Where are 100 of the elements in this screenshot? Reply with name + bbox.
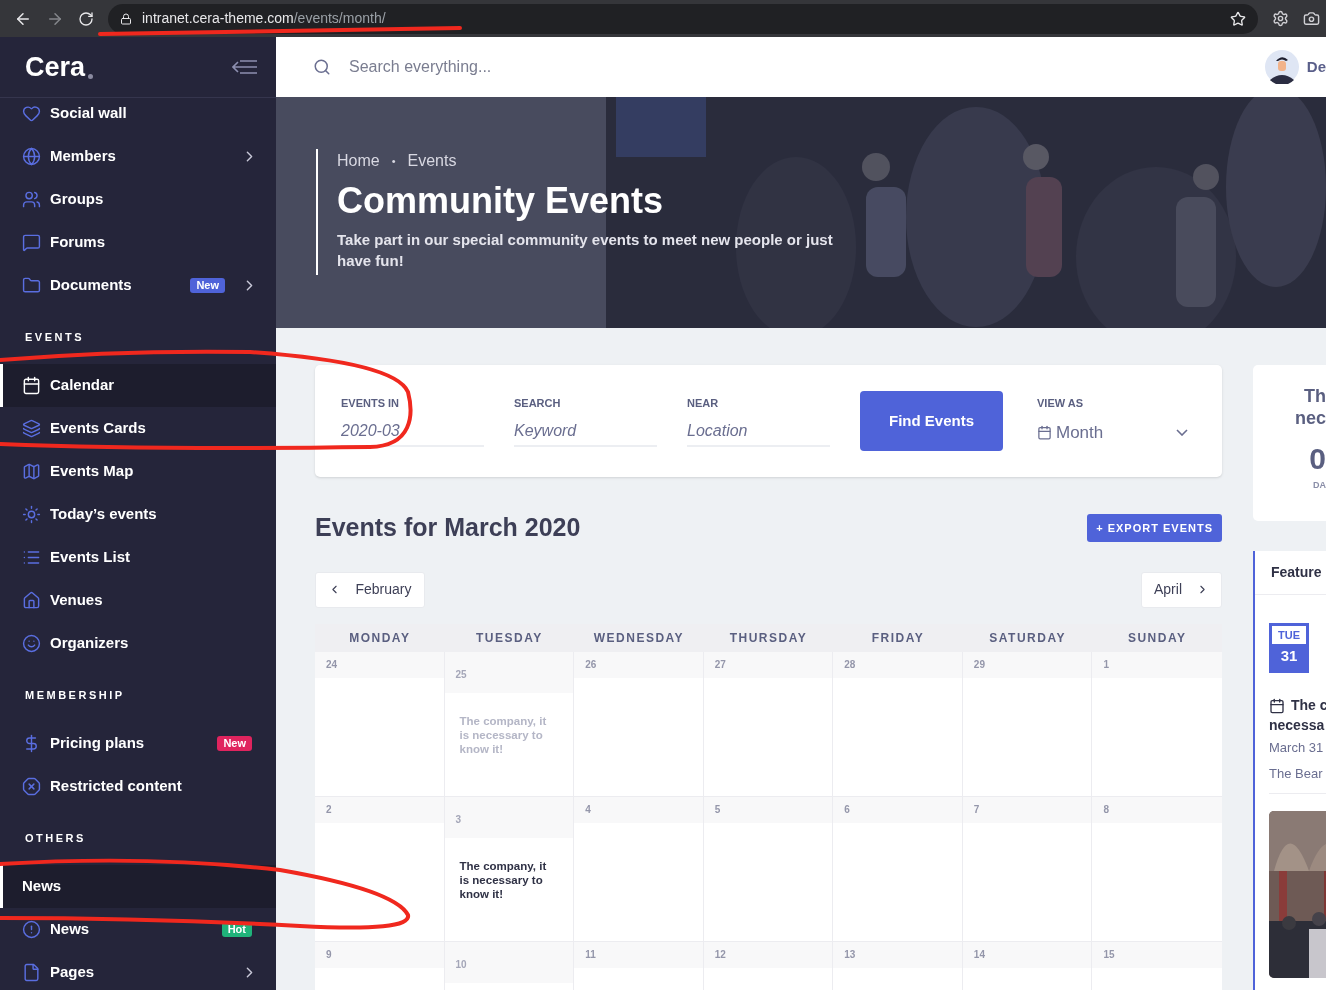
- field-label: EVENTS IN: [341, 395, 401, 411]
- weekday-heading: THURSDAY: [729, 629, 808, 647]
- event-link[interactable]: The company, it is necessary to know it!: [444, 858, 574, 901]
- day-number: 10: [455, 957, 467, 972]
- item-label: Calendar: [50, 375, 116, 396]
- item-label: Pricing plans: [50, 733, 146, 754]
- countdown-title: nec: [1294, 407, 1326, 429]
- breadcrumb-separator: •: [391, 153, 396, 169]
- filter-field[interactable]: Location: [687, 417, 830, 448]
- day-number: 5: [714, 803, 721, 817]
- chevron-down-icon: [1176, 428, 1188, 436]
- panel-heading: Feature: [1271, 563, 1322, 582]
- calendar-icon: [1269, 697, 1285, 714]
- sidebar-item[interactable]: Calendar: [0, 364, 276, 407]
- calendar-title: Events for March 2020: [315, 512, 581, 543]
- day-number: 6: [844, 803, 850, 817]
- day-number: 27: [714, 658, 726, 672]
- day-number: 28: [844, 658, 856, 672]
- export-events-button[interactable]: + EXPORT EVENTS: [1087, 513, 1222, 542]
- map-icon: [22, 462, 41, 481]
- field-label: NEAR: [687, 395, 720, 411]
- day-number: 1: [1103, 658, 1109, 672]
- search-icon[interactable]: [313, 58, 331, 76]
- sidebar-item[interactable]: News: [0, 865, 276, 908]
- item-label: Forums: [50, 232, 106, 253]
- sidebar-item[interactable]: Events Map: [0, 450, 276, 493]
- heart-icon: [22, 104, 41, 123]
- item-label: Today’s events: [50, 504, 158, 525]
- weekday-heading: FRIDAY: [871, 629, 925, 647]
- day-number: 9: [326, 948, 332, 962]
- day-number: 26: [585, 658, 597, 672]
- countdown-value: 0: [1309, 441, 1326, 477]
- weekday-heading: SUNDAY: [1127, 629, 1187, 647]
- sidebar-item[interactable]: Restricted content: [0, 765, 276, 808]
- item-label: Organizers: [50, 633, 130, 654]
- collapse-menu-icon[interactable]: [232, 59, 258, 75]
- breadcrumb-link[interactable]: Home: [337, 149, 380, 173]
- chat-bubble-icon: [22, 233, 41, 252]
- page-title: Community Events: [337, 179, 665, 223]
- gear-icon[interactable]: [1272, 10, 1289, 27]
- date-badge: TUE 31: [1269, 623, 1309, 673]
- sidebar-item[interactable]: Organizers: [0, 622, 276, 665]
- sidebar-item[interactable]: Pages: [0, 951, 276, 990]
- item-label: Pages: [50, 962, 96, 983]
- avatar-icon[interactable]: [1264, 50, 1299, 84]
- house-icon: [22, 591, 41, 610]
- weekday-heading: WEDNESDAY: [593, 629, 685, 647]
- day-number: 8: [1103, 803, 1109, 817]
- day-number: 7: [973, 803, 980, 817]
- day-cell[interactable]: 3 The company, it is necessary to know it!: [444, 796, 575, 941]
- users-icon: [22, 190, 41, 209]
- address-bar[interactable]: intranet.cera-theme.com/events/month/: [108, 3, 1258, 34]
- item-label: Events Cards: [50, 418, 147, 439]
- day-number: 4: [585, 803, 591, 817]
- alert-circle-icon: [22, 920, 41, 939]
- previous-month-button[interactable]: February: [315, 571, 425, 608]
- logo[interactable]: Cera: [25, 53, 86, 81]
- octagon-x-icon: [22, 777, 41, 796]
- find-events-button[interactable]: Find Events: [860, 391, 1003, 451]
- breadcrumb-current: Events: [407, 151, 457, 171]
- sidebar-item[interactable]: Documents New: [0, 264, 276, 307]
- sidebar-item[interactable]: Social wall: [0, 92, 276, 135]
- sidebar-item[interactable]: Events Cards: [0, 407, 276, 450]
- user-name[interactable]: De: [1306, 55, 1326, 79]
- star-icon[interactable]: [1230, 10, 1246, 27]
- sidebar-item[interactable]: Members: [0, 135, 276, 178]
- smile-icon: [22, 634, 41, 653]
- weekday-heading: MONDAY: [349, 629, 411, 647]
- day-number: 11: [585, 948, 596, 962]
- section-heading: OTHERS: [25, 830, 86, 846]
- sidebar-item[interactable]: Today’s events: [0, 493, 276, 536]
- section-heading: MEMBERSHIP: [25, 687, 125, 703]
- sidebar-item[interactable]: News Hot: [0, 908, 276, 951]
- view-select[interactable]: Month: [1037, 417, 1202, 448]
- search-input[interactable]: Search everything...: [349, 55, 1265, 79]
- next-month-button[interactable]: April: [1141, 571, 1222, 608]
- reload-icon[interactable]: [78, 10, 94, 27]
- sidebar-item[interactable]: Forums: [0, 221, 276, 264]
- filter-field[interactable]: Keyword: [514, 417, 657, 448]
- sidebar-item[interactable]: Pricing plans New: [0, 722, 276, 765]
- field-label: SEARCH: [514, 395, 562, 411]
- calendar-icon: [1037, 424, 1052, 440]
- section-heading: EVENTS: [25, 329, 84, 345]
- sidebar-item[interactable]: Venues: [0, 579, 276, 622]
- countdown-title: Th: [1304, 385, 1326, 407]
- event-date: March 31: [1269, 739, 1325, 757]
- item-label: News: [22, 876, 63, 897]
- folder-icon: [22, 276, 41, 295]
- page-subtitle: Take part in our special community events to meet new people or just have fun!: [337, 230, 834, 271]
- day-number: 13: [844, 948, 856, 962]
- day-number: 2: [326, 803, 332, 817]
- camera-icon[interactable]: [1303, 10, 1320, 27]
- filter-field[interactable]: 2020-03: [341, 417, 484, 448]
- sidebar-item[interactable]: Groups: [0, 178, 276, 221]
- item-label: Documents: [50, 275, 133, 296]
- day-number: 12: [714, 948, 726, 962]
- countdown-unit: DA: [1313, 479, 1326, 492]
- item-label: Venues: [50, 590, 104, 611]
- sidebar-item[interactable]: Events List: [0, 536, 276, 579]
- item-badge: New: [217, 736, 252, 751]
